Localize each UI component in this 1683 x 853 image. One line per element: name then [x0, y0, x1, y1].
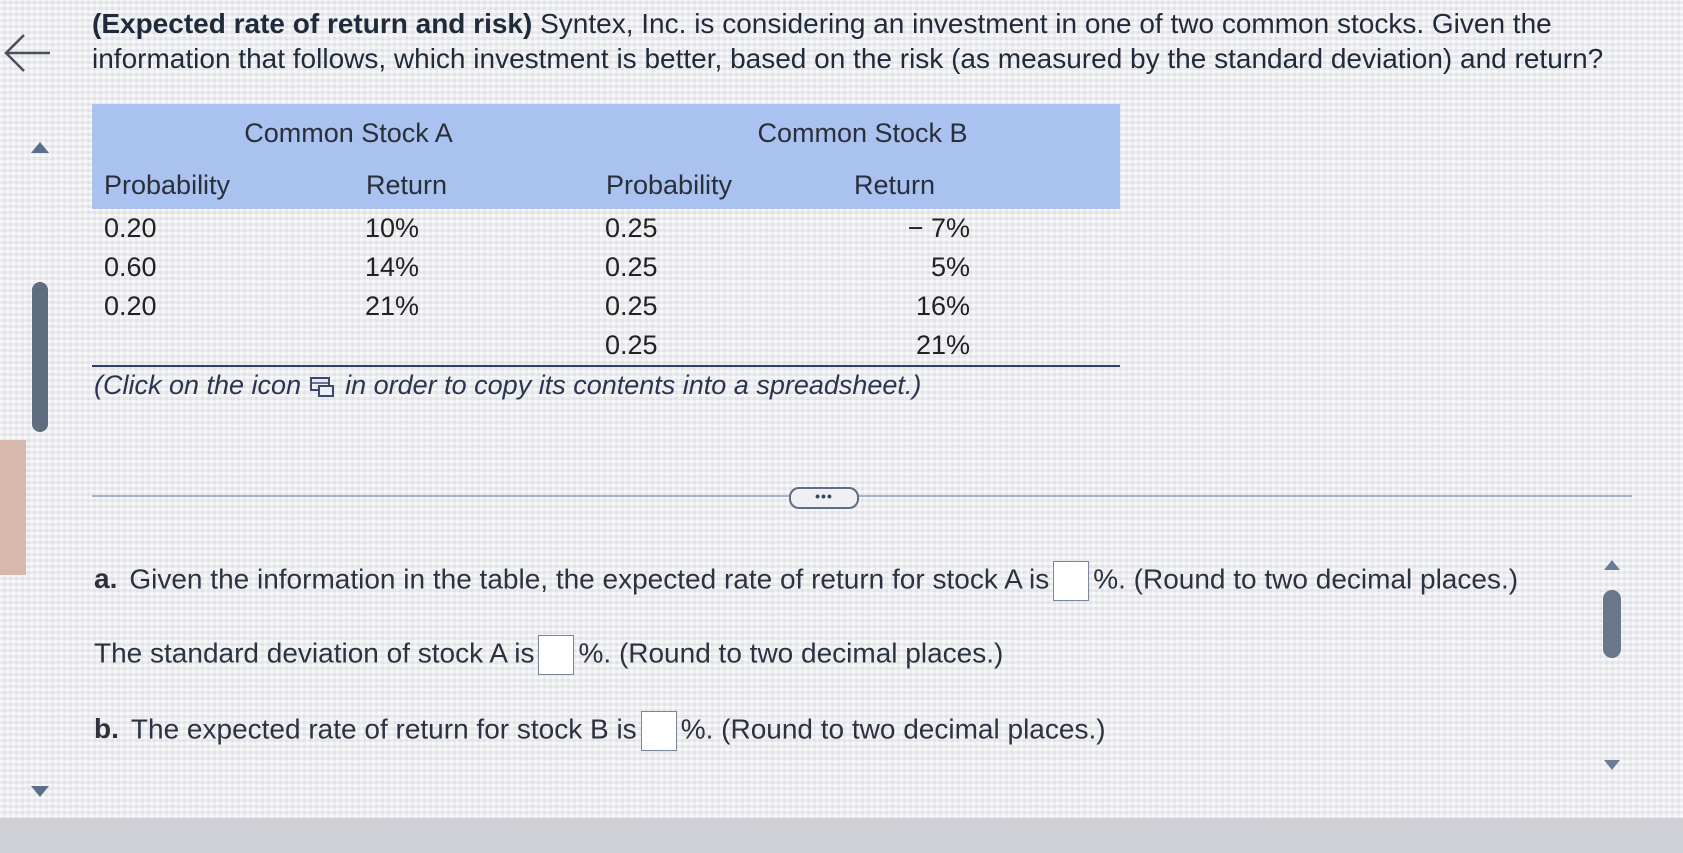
- part-a2-suffix: %. (Round to two decimal places.): [578, 637, 1004, 669]
- part-a-suffix: %. (Round to two decimal places.): [1093, 563, 1519, 595]
- stock-data-table: Common Stock A Common Stock B Probabilit…: [92, 104, 1120, 367]
- right-scrollbar[interactable]: [1598, 560, 1628, 780]
- cell-prob-b: 0.25: [605, 213, 658, 243]
- cell-return-b: − 7%: [907, 213, 970, 243]
- cell-prob-b: 0.25: [605, 291, 658, 321]
- copy-note: (Click on the icon in order to copy its …: [94, 370, 921, 401]
- screen-bezel: [0, 818, 1683, 853]
- cell-return-a: 14%: [365, 252, 420, 282]
- back-arrow-icon[interactable]: [2, 28, 52, 78]
- cell-return-a: 10%: [365, 213, 420, 243]
- part-b-text: The expected rate of return for stock B …: [130, 713, 637, 745]
- group-header-stock-a: Common Stock A: [244, 117, 453, 148]
- screen: (Expected rate of return and risk) Synte…: [0, 0, 1683, 853]
- part-a-label: a.: [94, 563, 118, 595]
- part-b-label: b.: [94, 713, 119, 745]
- question-part-b: b. The expected rate of return for stock …: [94, 711, 1106, 751]
- cell-prob-b: 0.25: [605, 326, 853, 367]
- scroll-thumb[interactable]: [32, 282, 48, 432]
- col-header-probability-b: Probability: [606, 170, 733, 200]
- col-header-return-b: Return: [854, 170, 936, 200]
- expected-return-a-input[interactable]: [1053, 561, 1090, 601]
- note-text-before: (Click on the icon: [94, 370, 302, 400]
- cell-return-b: 5%: [930, 252, 970, 282]
- copy-spreadsheet-icon[interactable]: [309, 375, 337, 399]
- note-text-after: in order to copy its contents into a spr…: [345, 370, 922, 400]
- col-header-return-a: Return: [366, 170, 448, 200]
- cell-prob-a: 0.60: [104, 252, 157, 282]
- section-divider: [92, 495, 1632, 497]
- question-title: (Expected rate of return and risk): [92, 8, 533, 39]
- left-accent-bar: [0, 440, 26, 575]
- question-part-a: a. Given the information in the table, th…: [94, 561, 1518, 601]
- scroll-up-icon[interactable]: [31, 142, 49, 153]
- part-b-suffix: %. (Round to two decimal places.): [680, 713, 1106, 745]
- table-row: 0.20 10% 0.25 − 7%: [92, 209, 1120, 248]
- cell-return-b: 16%: [915, 291, 970, 321]
- cell-prob-a: 0.20: [104, 291, 157, 321]
- scroll-thumb[interactable]: [1603, 590, 1621, 658]
- scroll-up-icon[interactable]: [1604, 560, 1620, 570]
- cell-return-b: 21%: [853, 326, 1120, 367]
- scroll-down-icon[interactable]: [1604, 760, 1620, 770]
- table-row: 0.25 21%: [92, 326, 1120, 367]
- question-part-a-std: The standard deviation of stock A is %. (…: [94, 635, 1003, 675]
- group-header-stock-b: Common Stock B: [757, 117, 968, 148]
- cell-prob-a: [92, 326, 365, 367]
- table-row: 0.20 21% 0.25 16%: [92, 287, 1120, 326]
- cell-prob-b: 0.25: [605, 252, 658, 282]
- part-a-text: Given the information in the table, the …: [129, 563, 1050, 595]
- col-header-probability-a: Probability: [104, 170, 231, 200]
- cell-prob-a: 0.20: [104, 213, 157, 243]
- part-a2-text: The standard deviation of stock A is: [94, 637, 535, 669]
- std-dev-a-input[interactable]: [538, 635, 575, 675]
- scroll-down-icon[interactable]: [31, 786, 49, 797]
- cell-return-a: [365, 326, 605, 367]
- expand-button[interactable]: •••: [789, 487, 859, 509]
- expected-return-b-input[interactable]: [640, 711, 677, 751]
- table-row: 0.60 14% 0.25 5%: [92, 248, 1120, 287]
- left-scrollbar[interactable]: [26, 120, 52, 810]
- question-text: (Expected rate of return and risk) Synte…: [92, 6, 1612, 76]
- cell-return-a: 21%: [365, 291, 420, 321]
